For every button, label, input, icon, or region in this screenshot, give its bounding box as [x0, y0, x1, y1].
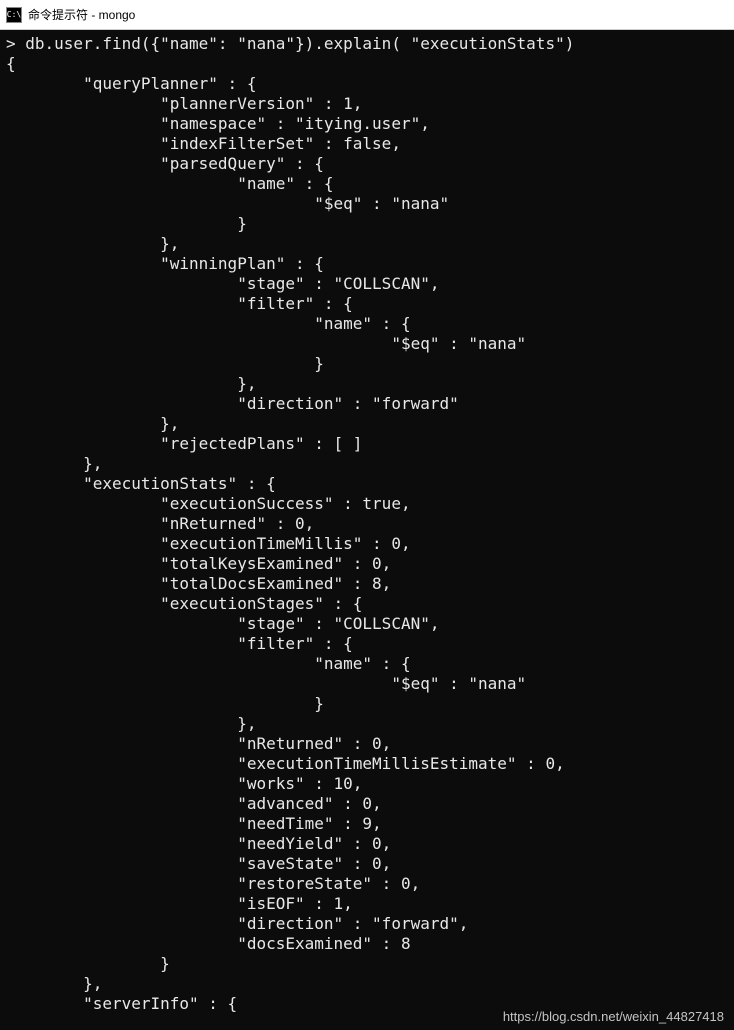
watermark-text: https://blog.csdn.net/weixin_44827418	[503, 1009, 724, 1024]
window-title: 命令提示符 - mongo	[28, 6, 135, 23]
terminal-icon: C:\	[6, 7, 22, 23]
terminal-content: > db.user.find({"name": "nana"}).explain…	[6, 34, 574, 1013]
terminal-output[interactable]: > db.user.find({"name": "nana"}).explain…	[0, 30, 734, 1030]
window-titlebar[interactable]: C:\ 命令提示符 - mongo	[0, 0, 734, 30]
